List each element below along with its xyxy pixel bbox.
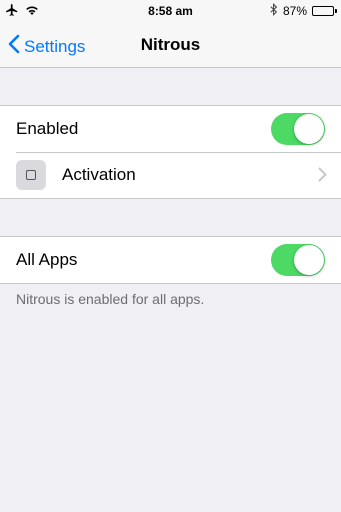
chevron-right-icon <box>318 167 327 187</box>
settings-screen: 8:58 am 87% Settings Nitrous Enabled Act… <box>0 0 341 512</box>
page-title: Nitrous <box>140 35 201 54</box>
all-apps-label: All Apps <box>16 250 78 269</box>
all-apps-row: All Apps <box>0 237 341 283</box>
navigation-bar: Settings Nitrous <box>0 22 341 68</box>
activation-label: Activation <box>62 165 136 184</box>
battery-percentage: 87% <box>282 4 307 18</box>
footer-note: Nitrous is enabled for all apps. <box>16 291 205 307</box>
activation-icon <box>16 160 46 190</box>
enabled-toggle[interactable] <box>271 113 325 145</box>
settings-group-main: Enabled Activation <box>0 105 341 199</box>
enabled-row: Enabled <box>0 106 341 152</box>
battery-icon <box>312 6 337 16</box>
all-apps-toggle[interactable] <box>271 244 325 276</box>
toggle-knob <box>294 245 324 275</box>
activation-row[interactable]: Activation <box>0 152 341 198</box>
status-right: 87% <box>270 3 337 19</box>
bluetooth-icon <box>270 3 278 19</box>
enabled-label: Enabled <box>16 119 79 138</box>
settings-group-apps: All Apps <box>0 236 341 284</box>
toggle-knob <box>294 114 324 144</box>
status-bar: 8:58 am 87% <box>0 0 341 22</box>
